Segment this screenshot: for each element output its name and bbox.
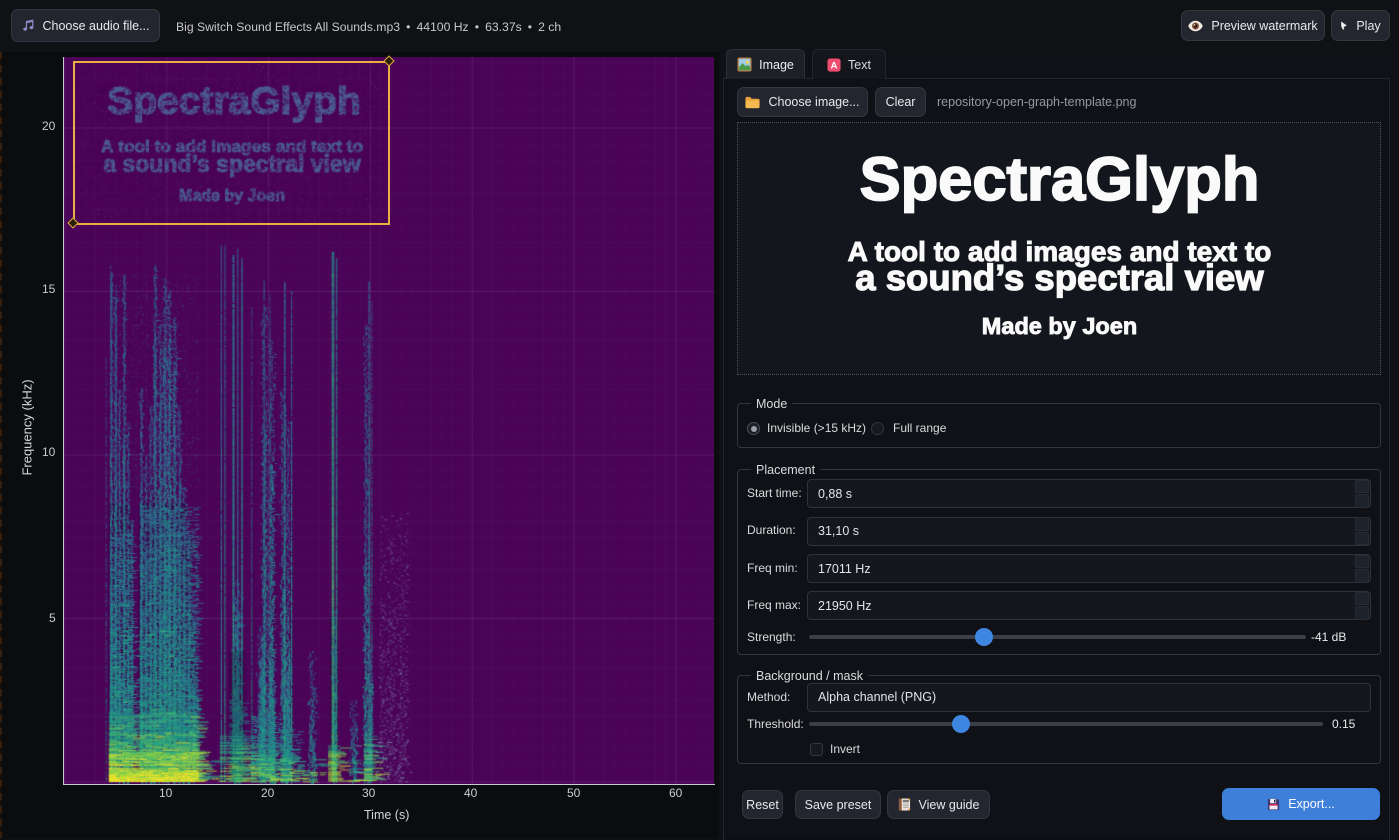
svg-text:A: A: [831, 60, 838, 71]
